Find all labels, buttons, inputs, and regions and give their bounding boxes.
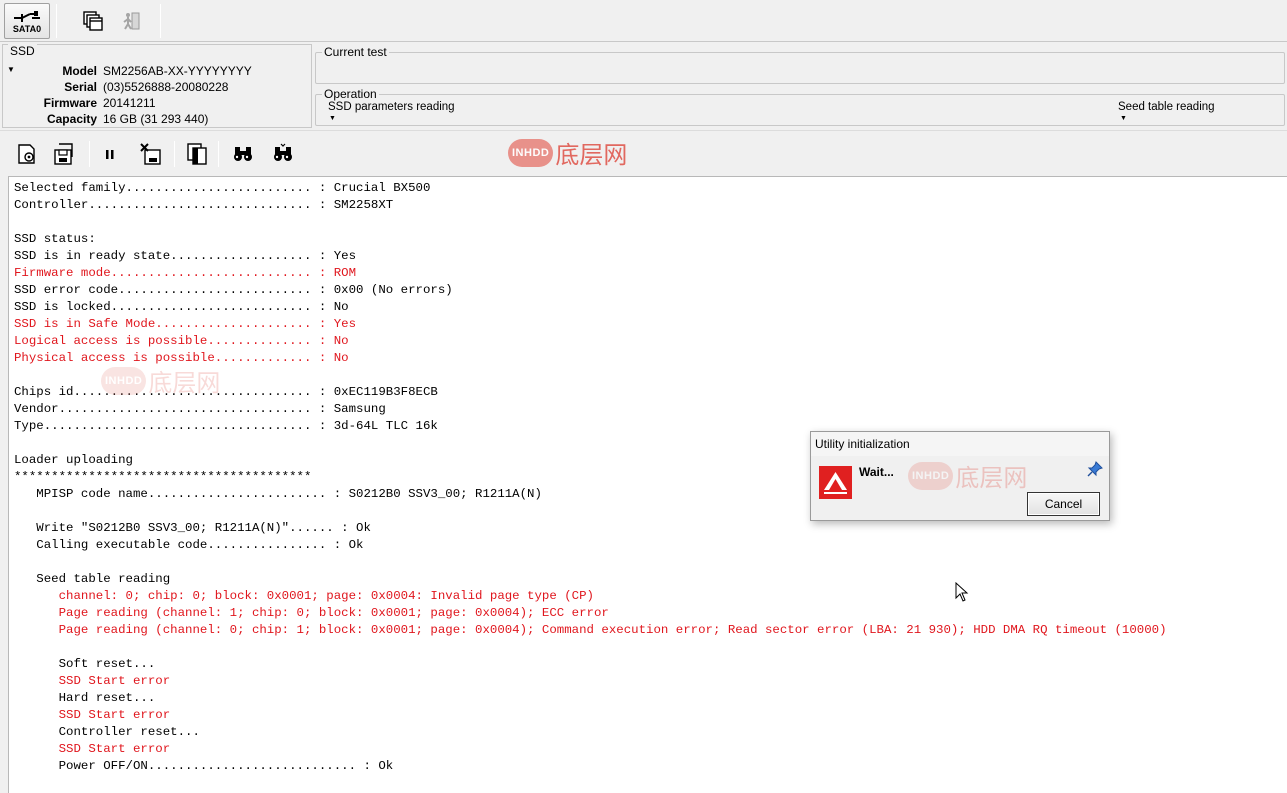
- log-watermark: INHDD 底层网: [101, 363, 220, 398]
- log-line: channel: 0; chip: 0; block: 0x0001; page…: [14, 589, 594, 603]
- log-line: MPISP code name........................ …: [14, 487, 542, 501]
- ssd-model-value: SM2256AB-XX-YYYYYYYY: [103, 64, 252, 78]
- start-test-button[interactable]: [14, 141, 40, 167]
- operation-title: Operation: [322, 87, 379, 101]
- log-line: SSD Start error: [14, 708, 171, 722]
- dialog-watermark: INHDD 底层网: [908, 458, 1027, 493]
- log-line: ****************************************: [14, 470, 312, 484]
- pause-button[interactable]: [97, 141, 123, 167]
- current-test-group: Current test: [315, 45, 1285, 84]
- log-line: SSD is in Safe Mode.....................…: [14, 317, 357, 331]
- operation-group: Operation SSD parameters reading ▼ Seed …: [315, 87, 1285, 126]
- binoculars-next-icon: [274, 143, 292, 161]
- log-line: Calling executable code................ …: [14, 538, 364, 552]
- delete-disk-icon: [140, 143, 161, 165]
- operation-current-step: SSD parameters reading: [328, 101, 455, 113]
- sata0-label: SATA0: [12, 23, 42, 34]
- watermark-text: 底层网: [555, 141, 628, 169]
- log-toolbar: INHDD 底层网: [0, 130, 1287, 176]
- operation-right-arrow-icon: ▼: [1120, 115, 1127, 122]
- current-test-title: Current test: [322, 45, 389, 59]
- ssd-serial-value: (03)5526888-20080228: [103, 80, 229, 94]
- dialog-wait-message: Wait...: [859, 465, 894, 479]
- log-line: Page reading (channel: 0; chip: 1; block…: [14, 623, 1167, 637]
- copy-log-button[interactable]: [184, 141, 210, 167]
- log-line: Write "S0212B0 SSV3_00; R1211A(N)"......…: [14, 521, 371, 535]
- site-watermark: INHDD 底层网: [508, 135, 627, 170]
- save-log-button[interactable]: [51, 141, 77, 167]
- ssd-panel-title: SSD: [8, 44, 37, 58]
- copy-windows-icon: [83, 11, 103, 31]
- watermark-text: 底层网: [955, 464, 1028, 492]
- toolbar-separator: [160, 4, 161, 38]
- find-next-button[interactable]: [270, 141, 296, 167]
- log-line: Firmware mode...........................…: [14, 266, 357, 280]
- log-line: Selected family.........................…: [14, 181, 431, 195]
- log-line: Controller reset...: [14, 725, 200, 739]
- exit-button[interactable]: [118, 3, 144, 39]
- watermark-text: 底层网: [148, 369, 221, 397]
- operation-next-step: Seed table reading: [1118, 101, 1215, 113]
- toolbar-separator: [89, 141, 90, 167]
- toolbar-separator: [218, 141, 219, 167]
- toolbar-separator: [56, 4, 57, 38]
- find-button[interactable]: [230, 141, 256, 167]
- log-line: Logical access is possible..............…: [14, 334, 349, 348]
- binoculars-icon: [234, 147, 252, 161]
- log-line: Type....................................…: [14, 419, 438, 433]
- log-line: SSD Start error: [14, 674, 171, 688]
- ssd-capacity-label: Capacity: [46, 112, 97, 126]
- ssd-serial-label: Serial: [64, 80, 97, 94]
- ssd-firmware-value: 20141211: [103, 96, 156, 110]
- mouse-cursor-icon: [955, 582, 969, 602]
- toolbar-separator: [174, 141, 175, 167]
- log-line: Loader uploading: [14, 453, 133, 467]
- ssd-model-row: Model SM2256AB-XX-YYYYYYYY: [3, 63, 303, 79]
- log-line: SSD Start error: [14, 742, 171, 756]
- log-line: Hard reset...: [14, 691, 156, 705]
- sata-connector-icon: [14, 10, 40, 22]
- main-toolbar: SATA0: [0, 0, 1287, 42]
- app-logo-icon: [819, 466, 852, 499]
- operation-left-arrow-icon: ▼: [329, 115, 336, 122]
- log-line: Chips id................................…: [14, 385, 438, 399]
- ssd-capacity-row: Capacity 16 GB (31 293 440): [3, 111, 303, 127]
- log-line: Page reading (channel: 1; chip: 0; block…: [14, 606, 609, 620]
- cancel-button[interactable]: Cancel: [1027, 492, 1100, 516]
- watermark-badge: INHDD: [101, 366, 147, 395]
- pin-icon[interactable]: [1087, 461, 1103, 477]
- watermark-badge: INHDD: [508, 138, 554, 167]
- log-line: SSD error code..........................…: [14, 283, 453, 297]
- log-line: Controller..............................…: [14, 198, 394, 212]
- exit-door-icon: [123, 12, 140, 30]
- log-line: SSD status:: [14, 232, 96, 246]
- delete-log-button[interactable]: [138, 141, 164, 167]
- floppy-disk-icon: [54, 143, 73, 165]
- log-line: SSD is locked...........................…: [14, 300, 349, 314]
- log-line: SSD is in ready state...................…: [14, 249, 357, 263]
- copy-windows-button[interactable]: [80, 3, 106, 39]
- gear-document-icon: [18, 144, 35, 164]
- ssd-capacity-value: 16 GB (31 293 440): [103, 112, 209, 126]
- ssd-model-label: Model: [62, 64, 97, 78]
- watermark-badge: INHDD: [908, 461, 954, 490]
- ssd-serial-row: Serial (03)5526888-20080228: [3, 79, 303, 95]
- dialog-title: Utility initialization: [815, 437, 910, 451]
- log-line: Power OFF/ON............................…: [14, 759, 394, 773]
- pause-icon: [106, 150, 114, 159]
- sata0-port-button[interactable]: SATA0: [4, 3, 50, 39]
- ssd-firmware-row: Firmware 20141211: [3, 95, 303, 111]
- log-line: Soft reset...: [14, 657, 156, 671]
- ssd-firmware-label: Firmware: [43, 96, 97, 110]
- ssd-info-panel: SSD ▼ Model SM2256AB-XX-YYYYYYYY Serial …: [2, 44, 312, 128]
- log-line: Seed table reading: [14, 572, 171, 586]
- log-line: Vendor..................................…: [14, 402, 386, 416]
- copy-documents-icon: [187, 143, 207, 165]
